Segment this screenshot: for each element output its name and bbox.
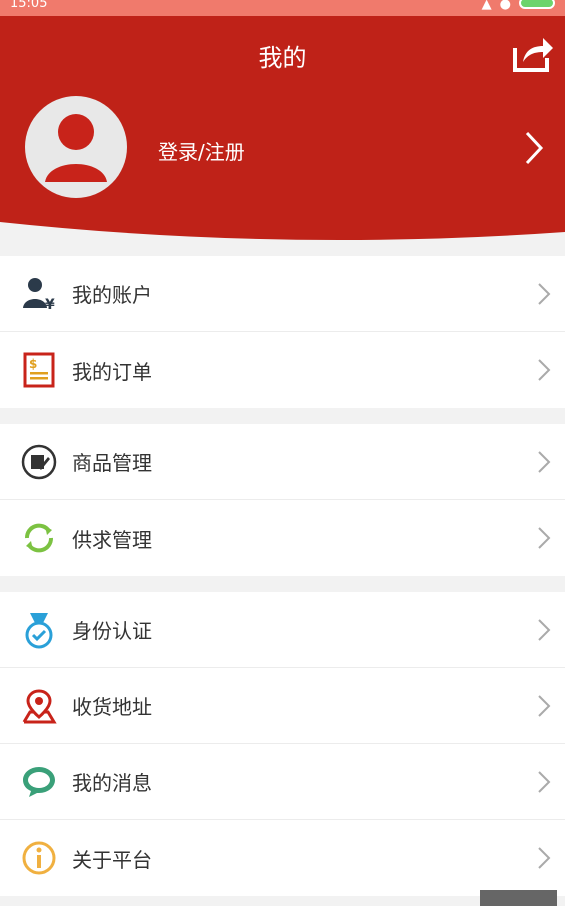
menu-item-label: 商品管理 [72,451,152,475]
menu-item-about-platform[interactable]: 关于平台 [0,820,565,896]
supply-refresh-icon [20,519,58,557]
page-title: 我的 [258,44,307,72]
chevron-right-icon [538,450,551,473]
menu-item-label: 关于平台 [72,847,152,872]
svg-text:$: $ [29,357,37,371]
chevron-right-icon[interactable] [523,130,545,166]
info-icon [20,839,58,877]
order-document-icon: $ [20,351,58,389]
menu-group-misc: 身份认证 收货地址 我的消息 关于平台 [0,592,565,896]
share-icon[interactable] [511,34,555,74]
goods-edit-icon [20,443,58,481]
menu-group-management: 商品管理 供求管理 [0,424,565,576]
menu-group-account: ¥ 我的账户 $ 我的订单 [0,256,565,408]
menu-item-account[interactable]: ¥ 我的账户 [0,256,565,332]
location-pin-icon [20,687,58,725]
menu-item-shipping-address[interactable]: 收货地址 [0,668,565,744]
chevron-right-icon [538,618,551,641]
floating-overlay [480,890,557,906]
chevron-right-icon [538,359,551,381]
menu-item-orders[interactable]: $ 我的订单 [0,332,565,408]
message-bubble-icon [20,763,58,801]
svg-text:¥: ¥ [45,297,55,312]
menu-item-label: 我的订单 [72,359,152,384]
medal-check-icon [20,611,58,649]
menu-item-label: 我的消息 [72,771,152,795]
chevron-right-icon [538,527,551,549]
menu-item-messages[interactable]: 我的消息 [0,744,565,820]
menu-item-identity-verification[interactable]: 身份认证 [0,592,565,668]
account-yen-icon: ¥ [20,275,58,313]
profile-header: 我的 登录/注册 [0,16,565,246]
user-avatar-icon [45,114,107,182]
chevron-right-icon [538,282,551,305]
signal-icon: ▲ [481,0,492,12]
system-indicators: ▲ ● [482,0,555,12]
avatar[interactable] [25,96,127,198]
menu-item-goods-management[interactable]: 商品管理 [0,424,565,500]
battery-icon [519,0,555,9]
chevron-right-icon [538,770,551,793]
chevron-right-icon [538,694,551,717]
status-bar: 15:05 ▲ ● [0,0,565,16]
menu-item-label: 我的账户 [72,283,152,307]
wifi-icon: ● [499,0,511,12]
menu-item-label: 身份认证 [72,619,152,643]
login-register-link[interactable]: 登录/注册 [158,136,245,165]
status-time: 15:05 [10,0,48,11]
menu-item-label: 收货地址 [72,695,152,719]
menu-item-supply-demand[interactable]: 供求管理 [0,500,565,576]
chevron-right-icon [538,847,551,869]
menu-item-label: 供求管理 [72,527,152,552]
